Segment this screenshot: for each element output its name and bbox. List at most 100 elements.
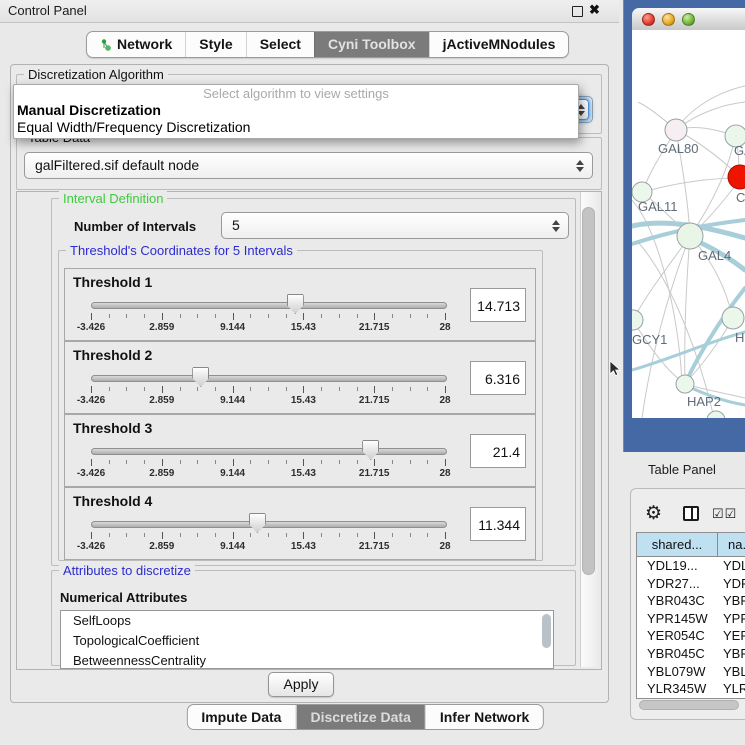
tick-label: 28 — [422, 468, 468, 479]
node-label-gal4: GAL4 — [698, 248, 731, 263]
tick-mark — [144, 314, 145, 318]
node-label-hap2: HAP2 — [687, 394, 721, 409]
tick-mark — [144, 533, 145, 537]
tick-mark — [215, 460, 216, 464]
threshold-label: Threshold 4 — [73, 493, 152, 509]
network-canvas[interactable]: GAL80GACGAL11GAL4GCY1HHAP2 — [632, 30, 745, 418]
float-window-icon[interactable] — [572, 6, 583, 17]
node-partial[interactable] — [707, 411, 725, 418]
slider-track[interactable] — [91, 448, 447, 455]
bottom-tab-discretize-data[interactable]: Discretize Data — [295, 705, 424, 729]
node-gal80[interactable] — [665, 119, 687, 141]
slider-handle[interactable] — [362, 440, 379, 460]
network-window-titlebar[interactable] — [632, 8, 745, 31]
slider-track[interactable] — [91, 302, 447, 309]
minimize-traffic-light-icon[interactable] — [662, 13, 675, 26]
threshold-value-field[interactable]: 14.713 — [470, 288, 526, 322]
table-row[interactable]: YLR345WYLR3... — [637, 680, 745, 698]
node-label-h: H — [735, 330, 744, 345]
node-gal4[interactable] — [677, 223, 703, 249]
tick-mark — [91, 386, 92, 393]
tick-mark — [268, 460, 269, 464]
tick-mark — [374, 532, 375, 539]
tick-mark — [162, 313, 163, 320]
threshold-value-field[interactable]: 21.4 — [470, 434, 526, 468]
tick-mark — [286, 460, 287, 464]
tick-mark — [321, 314, 322, 318]
slider-track[interactable] — [91, 521, 447, 528]
tick-label: 9.144 — [210, 322, 256, 333]
table-header-name[interactable]: na... — [718, 533, 745, 556]
tick-mark — [162, 459, 163, 466]
slider-handle[interactable] — [249, 513, 266, 533]
threshold-value-field[interactable]: 6.316 — [470, 361, 526, 395]
cell-name: YDL1... — [718, 557, 745, 575]
tick-mark — [162, 532, 163, 539]
slider-handle[interactable] — [192, 367, 209, 387]
table-row[interactable]: YBR045CYBR0... — [637, 645, 745, 663]
node-h[interactable] — [722, 307, 744, 329]
table-data-combobox[interactable]: galFiltered.sif default node — [24, 152, 593, 179]
list-scrollbar-thumb[interactable] — [542, 614, 551, 648]
tab-cyni-toolbox[interactable]: Cyni Toolbox — [314, 32, 429, 57]
tab-style[interactable]: Style — [185, 32, 245, 57]
attribute-item-betweennesscentrality[interactable]: BetweennessCentrality — [61, 651, 553, 669]
vertical-scrollbar-thumb[interactable] — [582, 207, 595, 575]
close-traffic-light-icon[interactable] — [642, 13, 655, 26]
tick-label: 15.43 — [280, 468, 326, 479]
show-columns-icon[interactable] — [683, 506, 699, 521]
table-row[interactable]: YBL079WYBL0... — [637, 663, 745, 681]
threshold-panel-2: Threshold 2-3.4262.8599.14415.4321.71528… — [64, 341, 536, 414]
attribute-item-topologicalcoefficient[interactable]: TopologicalCoefficient — [61, 631, 553, 651]
tab-jactivemnodules[interactable]: jActiveMNodules — [429, 32, 569, 57]
close-icon[interactable]: ✖ — [589, 2, 600, 18]
table-header-shared-name[interactable]: shared... — [637, 533, 718, 556]
tick-mark — [215, 387, 216, 391]
tick-label: 9.144 — [210, 541, 256, 552]
tick-label: 9.144 — [210, 468, 256, 479]
table-row[interactable]: YER054CYER0... — [637, 627, 745, 645]
bottom-tab-impute-data[interactable]: Impute Data — [187, 705, 295, 729]
tick-mark — [445, 459, 446, 466]
zoom-traffic-light-icon[interactable] — [682, 13, 695, 26]
attribute-item-selfloops[interactable]: SelfLoops — [61, 611, 553, 631]
bottom-tab-infer-network[interactable]: Infer Network — [425, 705, 543, 729]
tab-network[interactable]: Network — [87, 32, 185, 57]
tick-mark — [303, 313, 304, 320]
tick-mark — [91, 532, 92, 539]
node-attribute-table[interactable]: shared... na... YDL19...YDL1...YDR27...Y… — [636, 532, 745, 699]
tick-mark — [144, 387, 145, 391]
tick-mark — [303, 459, 304, 466]
bottom-tab-bar: Impute DataDiscretize DataInfer Network — [186, 704, 544, 730]
slider-track[interactable] — [91, 375, 447, 382]
cell-name: YPR1... — [718, 610, 745, 628]
interval-definition-title: Interval Definition — [59, 191, 167, 206]
table-row[interactable]: YBR043CYBR0... — [637, 592, 745, 610]
horizontal-scrollbar-thumb[interactable] — [639, 700, 739, 710]
tick-mark — [427, 314, 428, 318]
node-hap2[interactable] — [676, 375, 694, 393]
tick-mark — [321, 460, 322, 464]
apply-button[interactable]: Apply — [268, 672, 334, 697]
tick-label: 15.43 — [280, 322, 326, 333]
numerical-attributes-list[interactable]: SelfLoopsTopologicalCoefficientBetweenne… — [60, 610, 554, 669]
table-row[interactable]: YPR145WYPR1... — [637, 610, 745, 628]
slider-handle[interactable] — [287, 294, 304, 314]
gear-icon[interactable]: ⚙ — [645, 502, 662, 525]
tick-mark — [109, 314, 110, 318]
threshold-value-field[interactable]: 11.344 — [470, 507, 526, 541]
algorithm-option-equal-width-frequency-discretization[interactable]: Equal Width/Frequency Discretization — [14, 119, 578, 136]
tick-mark — [180, 314, 181, 318]
num-intervals-label: Number of Intervals — [74, 219, 196, 234]
table-row[interactable]: YDR27...YDR2... — [637, 575, 745, 593]
algorithm-option-manual-discretization[interactable]: Manual Discretization — [14, 102, 578, 119]
tick-label: 21.715 — [351, 468, 397, 479]
num-intervals-combobox[interactable]: 5 — [221, 212, 569, 239]
table-row[interactable]: YDL19...YDL1... — [637, 557, 745, 575]
tab-select[interactable]: Select — [246, 32, 314, 57]
node-gcy1[interactable] — [632, 310, 643, 330]
tick-mark — [126, 460, 127, 464]
threshold-panel-1: Threshold 1-3.4262.8599.14415.4321.71528… — [64, 268, 536, 341]
select-columns-checkboxes-icon[interactable]: ☑☑ — [712, 506, 737, 522]
table-header-row: shared... na... — [637, 533, 745, 557]
